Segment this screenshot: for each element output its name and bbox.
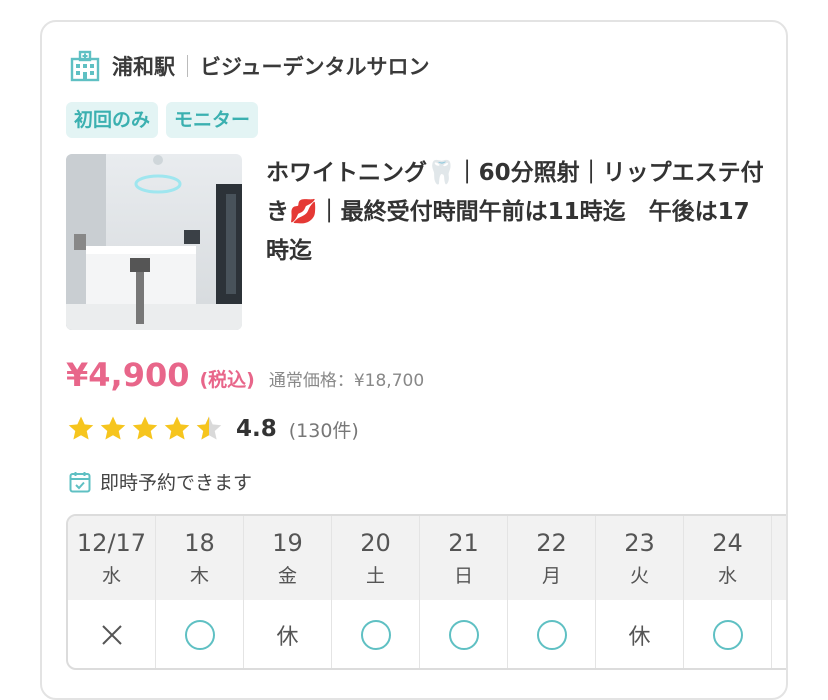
day-date: 20 bbox=[360, 528, 391, 557]
slot-available[interactable] bbox=[332, 600, 419, 668]
tag-list: 初回のみ モニター bbox=[66, 102, 259, 138]
clinic-header: 浦和駅 ビジューデンタルサロン bbox=[68, 50, 430, 82]
star-icon bbox=[68, 416, 94, 440]
available-circle-icon bbox=[536, 620, 567, 650]
day-weekday: 日 bbox=[453, 564, 473, 587]
available-circle-icon bbox=[184, 620, 215, 650]
star-icon bbox=[100, 416, 126, 440]
instant-booking-text: 即時予約できます bbox=[100, 472, 253, 494]
clinic-name[interactable]: ビジューデンタルサロン bbox=[200, 51, 430, 81]
star-icon bbox=[132, 416, 158, 440]
clinic-photo[interactable] bbox=[66, 154, 242, 330]
rating-row[interactable]: 4.8 (130件) bbox=[66, 414, 359, 444]
day-date: 22 bbox=[536, 528, 567, 557]
day-date: 23 bbox=[624, 528, 655, 557]
rating-value: 4.8 bbox=[236, 416, 277, 442]
day-weekday: 土 bbox=[365, 564, 385, 587]
calendar-day[interactable]: 12/17 水 bbox=[68, 516, 156, 668]
day-weekday: 木 bbox=[189, 564, 209, 587]
calendar-day[interactable]: 20 土 bbox=[332, 516, 420, 668]
regular-price: 通常価格：¥18,700 bbox=[268, 371, 425, 391]
day-date: 12/17 bbox=[76, 528, 147, 557]
slot-available[interactable] bbox=[156, 600, 243, 668]
price-row: ¥4,900 (税込) 通常価格：¥18,700 bbox=[66, 356, 424, 394]
calendar-day[interactable]: 18 木 bbox=[156, 516, 244, 668]
instant-booking-label: 即時予約できます bbox=[68, 468, 252, 495]
half-star-icon bbox=[196, 416, 222, 440]
calendar-day-partial[interactable] bbox=[772, 516, 786, 668]
calendar-check-icon bbox=[69, 471, 91, 492]
calendar-day[interactable]: 19 金 休 bbox=[244, 516, 332, 668]
divider bbox=[187, 55, 188, 77]
slot-closed: 休 bbox=[628, 625, 651, 650]
tag-monitor: モニター bbox=[166, 102, 259, 138]
building-icon bbox=[70, 50, 100, 82]
slot-available[interactable] bbox=[508, 600, 595, 668]
day-date: 24 bbox=[712, 528, 743, 557]
day-weekday: 月 bbox=[541, 564, 561, 587]
available-circle-icon bbox=[712, 620, 743, 650]
tag-first-time: 初回のみ bbox=[66, 102, 159, 138]
plan-card[interactable]: 浦和駅 ビジューデンタルサロン 初回のみ モニター ホワイトニング🦷｜60分照射… bbox=[40, 20, 788, 700]
calendar-day[interactable]: 22 月 bbox=[508, 516, 596, 668]
calendar-day[interactable]: 23 火 休 bbox=[596, 516, 684, 668]
day-date: 18 bbox=[184, 528, 215, 557]
calendar-day[interactable]: 21 日 bbox=[420, 516, 508, 668]
review-count: (130件) bbox=[288, 419, 359, 442]
day-weekday: 金 bbox=[277, 564, 297, 587]
star-icon bbox=[164, 416, 190, 440]
price-amount: ¥4,900 bbox=[66, 356, 190, 394]
available-circle-icon bbox=[360, 620, 391, 650]
price-tax-label: (税込) bbox=[199, 369, 255, 391]
day-weekday: 水 bbox=[101, 564, 121, 587]
day-date: 19 bbox=[272, 528, 303, 557]
calendar-day[interactable]: 24 水 bbox=[684, 516, 772, 668]
day-weekday: 火 bbox=[629, 564, 649, 587]
availability-calendar[interactable]: 12/17 水 18 木 19 金 休 20 土 21 日 22 月 23 火 … bbox=[66, 514, 786, 670]
available-circle-icon bbox=[448, 620, 479, 650]
slot-available[interactable] bbox=[684, 600, 771, 668]
slot-available[interactable] bbox=[420, 600, 507, 668]
day-date: 21 bbox=[448, 528, 479, 557]
cross-icon bbox=[101, 625, 122, 645]
station-name: 浦和駅 bbox=[112, 55, 175, 79]
slot-closed: 休 bbox=[276, 625, 299, 650]
slot-unavailable bbox=[68, 600, 155, 668]
plan-title[interactable]: ホワイトニング🦷｜60分照射｜リップエステ付き💋｜最終受付時間午前は11時迄 午… bbox=[266, 154, 766, 271]
day-weekday: 水 bbox=[717, 564, 737, 587]
